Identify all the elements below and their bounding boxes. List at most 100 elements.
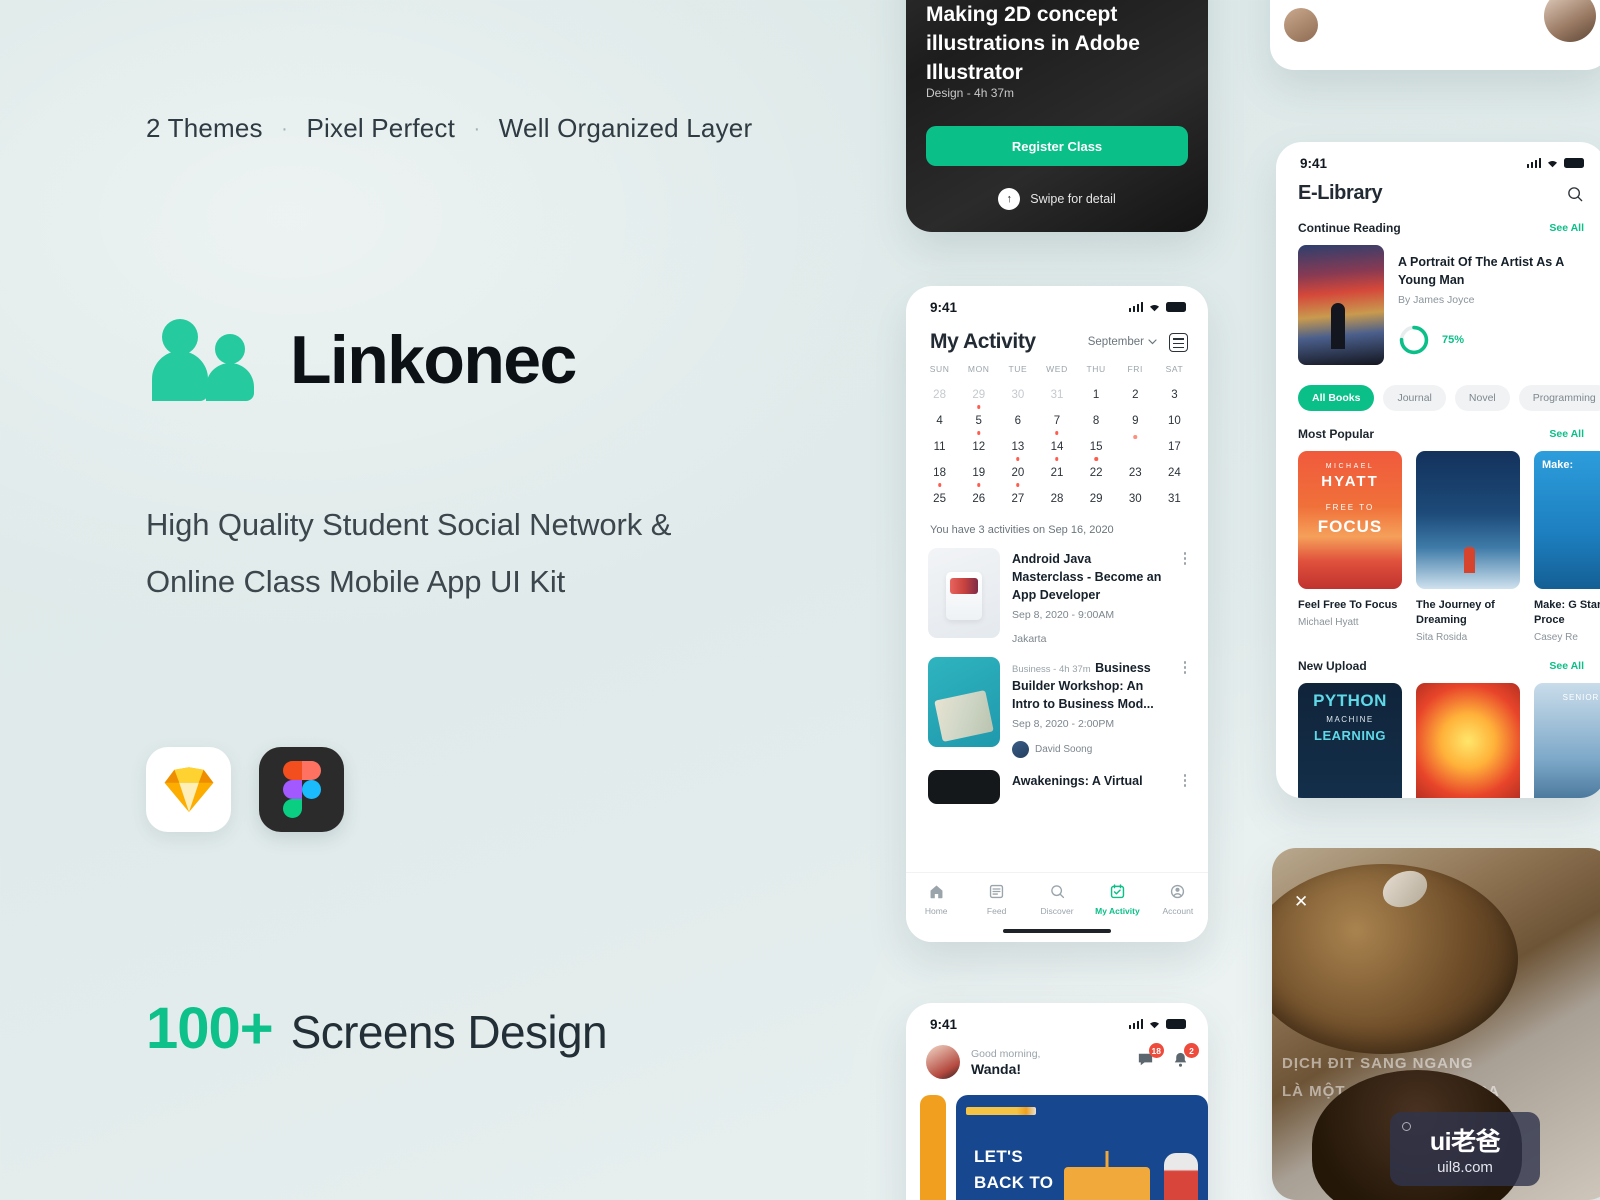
e-library-phone-mockup: 9:41 E-Library Continue Reading See All …	[1276, 142, 1600, 798]
calendar-day-cell[interactable]: 9	[1116, 408, 1155, 434]
status-icons	[1526, 158, 1584, 168]
see-all-link[interactable]: See All	[1549, 428, 1584, 440]
calendar-day-cell[interactable]: 10	[1155, 408, 1194, 434]
activity-list-item[interactable]: Awakenings: A Virtual	[906, 764, 1208, 810]
activity-thumbnail	[928, 657, 1000, 747]
tab-feed[interactable]: Feed	[966, 883, 1026, 916]
watermark-sub: uil8.com	[1437, 1159, 1493, 1176]
calendar-day-cell[interactable]: 31	[1037, 382, 1076, 408]
book-cover: SENIOR D	[1534, 683, 1600, 798]
search-icon	[1050, 885, 1064, 899]
message-icon[interactable]: 18	[1136, 1043, 1164, 1074]
activity-list-item[interactable]: Android Java Masterclass - Become an App…	[906, 542, 1208, 651]
calendar-day-number: 28	[933, 389, 946, 401]
most-popular-books: MICHAEL HYATT FREE TO FOCUS Feel Free To…	[1276, 451, 1600, 643]
more-options-icon[interactable]	[1178, 770, 1192, 787]
more-options-icon[interactable]	[1178, 548, 1192, 565]
more-options-icon[interactable]	[1178, 657, 1192, 674]
calendar-day-number: 20	[1011, 467, 1025, 479]
continue-reading-header: Continue Reading See All	[1276, 205, 1600, 245]
tab-my-activity[interactable]: My Activity	[1087, 883, 1147, 916]
tagline-item-0: 2 Themes	[146, 113, 263, 143]
activity-dot-indicator	[1133, 435, 1138, 439]
calendar-day-cell[interactable]: 22	[1077, 457, 1116, 486]
calendar-day-number: 18	[933, 467, 946, 479]
greeting-bar: Good morning, Wanda! 18 2	[906, 1037, 1208, 1079]
book-card[interactable]	[1416, 683, 1520, 798]
bell-icon[interactable]: 2	[1171, 1043, 1199, 1074]
tagline-separator-1: ·	[473, 118, 481, 140]
calendar-check-icon	[1110, 884, 1125, 899]
book-card[interactable]: Make: Make: G Started Proce Casey Re	[1534, 451, 1600, 643]
tab-home[interactable]: Home	[906, 883, 966, 916]
promo-title: Making 2D concept illustrations in Adobe…	[926, 3, 1140, 84]
calendar-day-cell[interactable]: 28	[1037, 486, 1076, 512]
see-all-link[interactable]: See All	[1549, 660, 1584, 672]
calendar-day-cell[interactable]: 23	[1116, 460, 1155, 486]
continue-reading-item[interactable]: A Portrait Of The Artist As A Young Man …	[1276, 245, 1600, 365]
calendar-day-number: 27	[1011, 493, 1025, 505]
pencil-icon	[966, 1107, 1036, 1115]
back-to-school-banner[interactable]: LET'S BACK TO SCHOOL	[956, 1095, 1208, 1200]
cover-text: MACHINE	[1326, 715, 1374, 724]
register-class-button[interactable]: Register Class	[926, 126, 1188, 166]
book-card[interactable]: SENIOR D	[1534, 683, 1600, 798]
calendar-day-cell[interactable]: 30	[998, 382, 1037, 408]
banner-peek-card[interactable]	[920, 1095, 946, 1200]
calendar-day-number: 3	[1171, 389, 1178, 401]
calendar-day-cell[interactable]: 29	[1077, 486, 1116, 512]
cover-text: PYTHON	[1313, 691, 1387, 710]
people-group-icon	[146, 315, 262, 405]
calendar-day-number: 13	[1011, 441, 1025, 453]
screens-label: Screens Design	[290, 1006, 608, 1058]
greeting-text: Good morning,	[971, 1047, 1041, 1060]
calendar-day-cell[interactable]: 24	[1155, 460, 1194, 486]
chip-journal[interactable]: Journal	[1383, 385, 1446, 411]
activity-thumbnail	[928, 548, 1000, 638]
book-title: A Portrait Of The Artist As A Young Man	[1398, 255, 1564, 287]
calendar-day-cell[interactable]: 30	[1116, 486, 1155, 512]
calendar-day-cell[interactable]: 2	[1116, 382, 1155, 408]
calendar-day-cell[interactable]: 16	[1116, 432, 1155, 462]
activity-header: My Activity September	[906, 320, 1208, 358]
close-icon[interactable]: ✕	[1294, 892, 1308, 912]
book-card[interactable]: The Journey of Dreaming Sita Rosida	[1416, 451, 1520, 643]
calendar-day-cell[interactable]: 4	[920, 408, 959, 434]
calendar-day-cell[interactable]: 8	[1077, 408, 1116, 434]
activity-dot-indicator	[1094, 457, 1098, 461]
avatar[interactable]	[926, 1045, 960, 1079]
chip-programming[interactable]: Programming	[1518, 385, 1600, 411]
calendar-day-cell[interactable]: 6	[998, 408, 1037, 434]
calendar-day-cell[interactable]: 3	[1155, 382, 1194, 408]
book-card[interactable]: PYTHON MACHINE LEARNING	[1298, 683, 1402, 798]
calendar-day-cell[interactable]: 25	[920, 483, 959, 512]
month-selector[interactable]: September	[1088, 336, 1157, 348]
calendar-week-row: 28 29 30 31 1 2 3	[920, 382, 1194, 408]
calendar-day-cell[interactable]: 27	[998, 483, 1037, 512]
search-icon[interactable]	[1566, 185, 1584, 203]
calendar-day-number: 12	[972, 441, 986, 453]
tab-account[interactable]: Account	[1148, 883, 1208, 916]
chip-all-books[interactable]: All Books	[1298, 385, 1375, 411]
swipe-hint[interactable]: ↑ Swipe for detail	[906, 188, 1208, 210]
chip-novel[interactable]: Novel	[1454, 385, 1510, 411]
calendar-day-cell[interactable]: 11	[920, 434, 959, 460]
calendar-day-cell[interactable]: 21	[1037, 457, 1076, 486]
calendar-day-cell[interactable]: 31	[1155, 486, 1194, 512]
activity-list-item[interactable]: Business - 4h 37m Business Builder Works…	[906, 651, 1208, 764]
calendar-day-cell[interactable]: 28	[920, 382, 959, 408]
calendar-day-cell[interactable]: 1	[1077, 382, 1116, 408]
calendar-day-cell[interactable]: 26	[959, 483, 998, 512]
book-card[interactable]: MICHAEL HYATT FREE TO FOCUS Feel Free To…	[1298, 451, 1402, 643]
tab-label: Home	[924, 906, 948, 916]
calendar-day-cell[interactable]: 17	[1155, 434, 1194, 460]
calendar-day-cell[interactable]: 12	[959, 431, 998, 460]
book-title: Feel Free To Focus	[1298, 599, 1398, 611]
see-all-link[interactable]: See All	[1549, 222, 1584, 234]
tab-discover[interactable]: Discover	[1027, 883, 1087, 916]
school-building-icon	[1064, 1167, 1150, 1200]
list-view-icon[interactable]	[1169, 332, 1188, 352]
book-cover	[1298, 245, 1384, 365]
book-author: Casey Re	[1534, 632, 1578, 643]
calendar-day-number: 11	[933, 441, 946, 453]
